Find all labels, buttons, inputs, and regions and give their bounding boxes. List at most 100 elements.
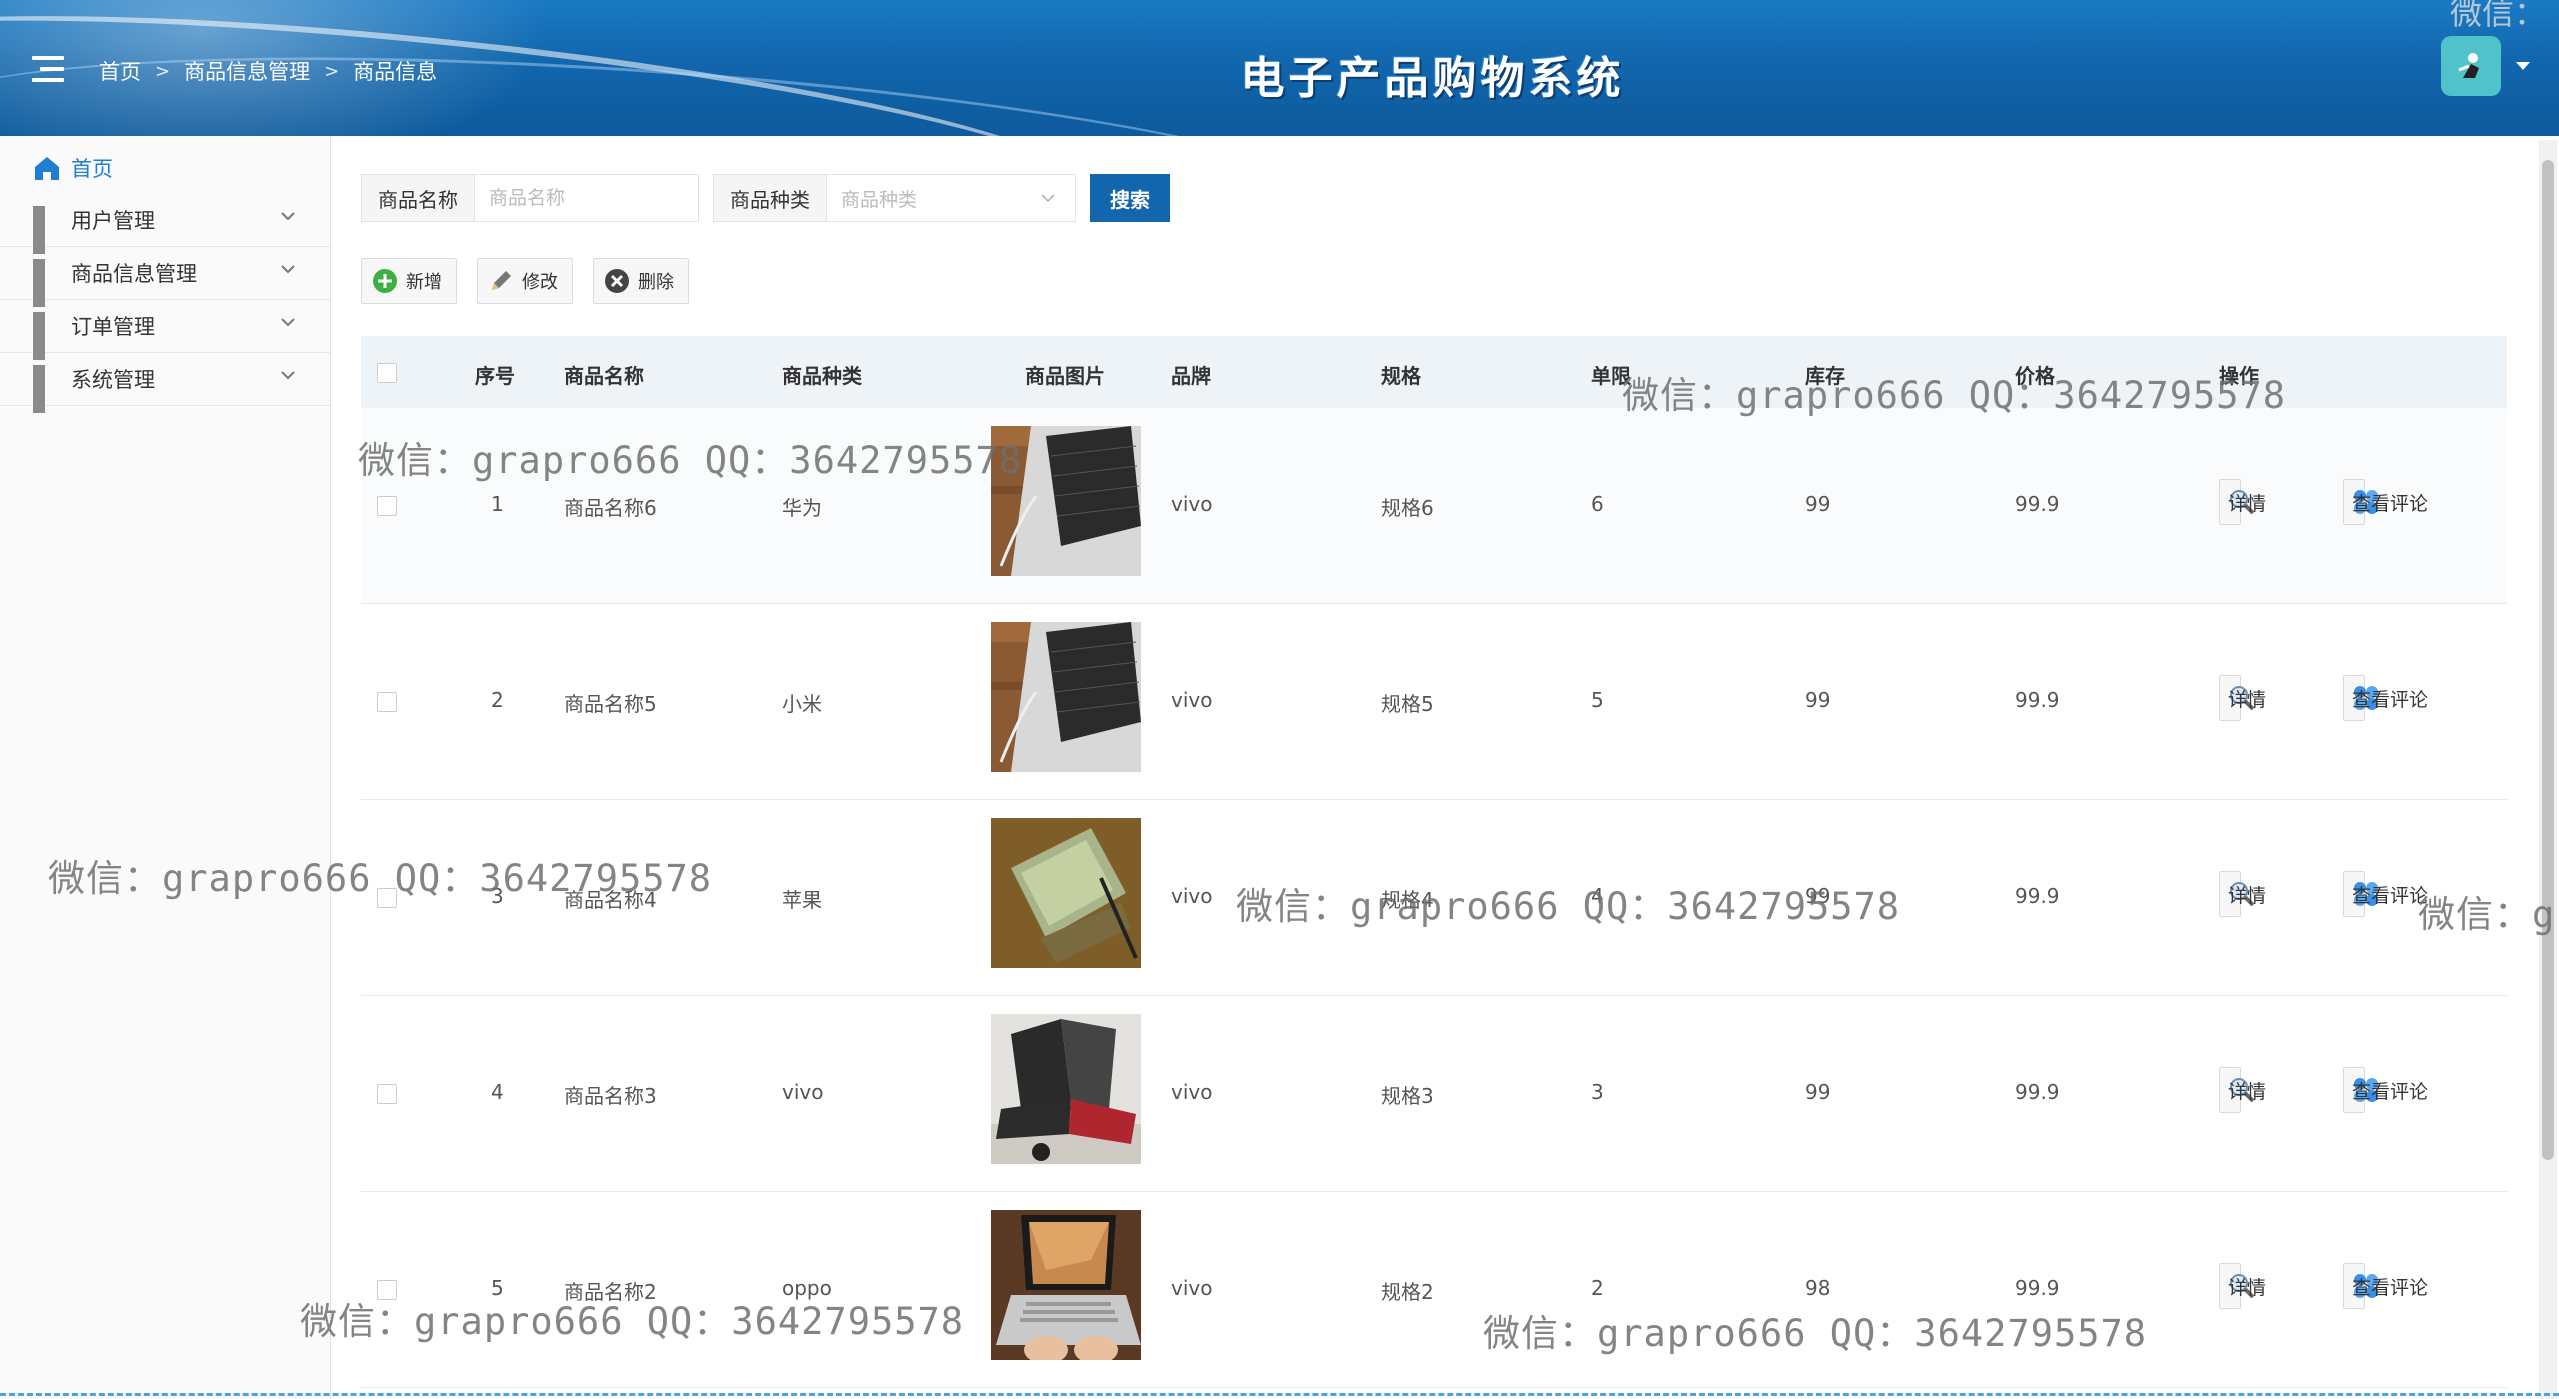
cell-limit: 3 bbox=[1591, 1080, 1604, 1104]
cell-name: 商品名称3 bbox=[564, 1084, 657, 1108]
cell-limit: 5 bbox=[1591, 688, 1604, 712]
cell-spec: 规格2 bbox=[1381, 1280, 1434, 1304]
header-no: 序号 bbox=[475, 364, 515, 388]
cell-price: 99.9 bbox=[2015, 1276, 2060, 1300]
view-comments-button[interactable]: 查看评论 bbox=[2343, 675, 2428, 721]
scrollbar-thumb[interactable] bbox=[2542, 160, 2554, 1160]
cell-limit: 2 bbox=[1591, 1276, 1604, 1300]
product-image bbox=[991, 622, 1141, 772]
view-comments-button[interactable]: 查看评论 bbox=[2343, 479, 2428, 525]
watermark: 微信：grapro666 QQ：3642795578 bbox=[1483, 1312, 2148, 1355]
table-row[interactable]: 2 商品名称5 小米 vivo 规格5 5 99 99.9 详情 查看评论 bbox=[361, 604, 2507, 800]
sidebar-item-home[interactable]: 首页 bbox=[0, 141, 330, 194]
delete-button-label: 删除 bbox=[638, 272, 674, 293]
chevron-down-icon bbox=[281, 318, 295, 327]
cell-category: 小米 bbox=[782, 692, 822, 716]
sidebar-item-products[interactable]: 商品信息管理 bbox=[0, 247, 330, 307]
watermark: 微信：grapro666 QQ：3642795578 bbox=[48, 857, 713, 900]
select-all-checkbox[interactable] bbox=[377, 363, 397, 383]
pencil-icon bbox=[488, 268, 514, 294]
system-title: 电子产品购物系统 bbox=[1240, 53, 1625, 104]
edit-button-label: 修改 bbox=[522, 272, 558, 293]
sidebar-item-system[interactable]: 系统管理 bbox=[0, 353, 330, 413]
view-comments-button-label: 查看评论 bbox=[2352, 1080, 2429, 1103]
product-image bbox=[991, 1210, 1141, 1360]
view-comments-button[interactable]: 查看评论 bbox=[2343, 1263, 2428, 1309]
cell-brand: vivo bbox=[1171, 1080, 1213, 1104]
cell-price: 99.9 bbox=[2015, 688, 2060, 712]
table-row[interactable]: 5 商品名称2 oppo vivo 规格2 2 98 99.9 详情 查看评论 bbox=[361, 1192, 2507, 1388]
cell-category: 苹果 bbox=[782, 888, 822, 912]
cell-price: 99.9 bbox=[2015, 1080, 2060, 1104]
cell-price: 99.9 bbox=[2015, 492, 2060, 516]
sidebar-item-orders[interactable]: 订单管理 bbox=[0, 300, 330, 360]
vertical-scrollbar[interactable] bbox=[2539, 140, 2557, 1399]
row-checkbox[interactable] bbox=[377, 496, 397, 516]
row-checkbox[interactable] bbox=[377, 692, 397, 712]
product-category-select[interactable]: 商品种类 bbox=[827, 175, 1075, 221]
sidebar-item-label: 系统管理 bbox=[71, 368, 155, 392]
toolbar: 新增 修改 删除 bbox=[361, 258, 709, 304]
detail-button[interactable]: 详情 bbox=[2219, 1067, 2266, 1113]
grid-icon bbox=[33, 206, 61, 254]
header-name: 商品名称 bbox=[564, 364, 644, 388]
cell-price: 99.9 bbox=[2015, 884, 2060, 908]
user-avatar[interactable] bbox=[2441, 36, 2501, 96]
main-content: 商品名称 商品种类 商品种类 搜索 新增 修改 bbox=[331, 136, 2539, 1399]
sidebar-item-label: 首页 bbox=[71, 156, 113, 181]
view-comments-button[interactable]: 查看评论 bbox=[2343, 1067, 2428, 1113]
cell-stock: 99 bbox=[1805, 688, 1831, 712]
edit-button[interactable]: 修改 bbox=[477, 258, 573, 304]
cell-category: vivo bbox=[782, 1080, 824, 1104]
x-circle-icon bbox=[604, 268, 630, 294]
user-menu-caret-icon[interactable] bbox=[2516, 62, 2530, 70]
cell-no: 2 bbox=[491, 688, 504, 712]
view-comments-button-label: 查看评论 bbox=[2352, 492, 2429, 515]
product-name-field: 商品名称 bbox=[361, 174, 699, 222]
watermark-top: 微信： bbox=[2450, 0, 2547, 32]
view-comments-button[interactable]: 查看评论 bbox=[2343, 871, 2428, 917]
grid-icon bbox=[33, 365, 61, 413]
search-bar: 商品名称 商品种类 商品种类 搜索 bbox=[361, 174, 1170, 224]
sidebar-item-label: 商品信息管理 bbox=[71, 262, 197, 286]
sidebar-item-users[interactable]: 用户管理 bbox=[0, 194, 330, 254]
watermark: 微信：grapro666 QQ：3642795578 bbox=[1622, 374, 2287, 417]
cell-stock: 99 bbox=[1805, 1080, 1831, 1104]
detail-button[interactable]: 详情 bbox=[2219, 675, 2266, 721]
header-spec: 规格 bbox=[1381, 364, 1421, 388]
cell-no: 4 bbox=[491, 1080, 504, 1104]
cell-name: 商品名称6 bbox=[564, 496, 657, 520]
product-image bbox=[991, 1014, 1141, 1164]
detail-button[interactable]: 详情 bbox=[2219, 871, 2266, 917]
detail-button[interactable]: 详情 bbox=[2219, 1263, 2266, 1309]
product-category-placeholder: 商品种类 bbox=[841, 188, 918, 211]
cell-stock: 98 bbox=[1805, 1276, 1831, 1300]
watermark: 微信：grapro666 QQ：3642795578 bbox=[358, 439, 1023, 482]
header-image: 商品图片 bbox=[1025, 364, 1105, 388]
detail-button-label: 详情 bbox=[2228, 492, 2267, 515]
table-row[interactable]: 4 商品名称3 vivo vivo 规格3 3 99 99.9 详情 查看评论 bbox=[361, 996, 2507, 1192]
cell-name: 商品名称5 bbox=[564, 692, 657, 716]
watermark: 微信：grapro666 QQ：3642795578 bbox=[300, 1300, 965, 1343]
user-figure-icon bbox=[2458, 53, 2479, 78]
cell-brand: vivo bbox=[1171, 688, 1213, 712]
plus-circle-icon bbox=[372, 268, 398, 294]
view-comments-button-label: 查看评论 bbox=[2352, 688, 2429, 711]
delete-button[interactable]: 删除 bbox=[593, 258, 689, 304]
sidebar-item-label: 订单管理 bbox=[71, 315, 155, 339]
sidebar: 首页 用户管理 商品信息管理 订单管理 系统管理 bbox=[0, 136, 331, 1399]
row-checkbox[interactable] bbox=[377, 1084, 397, 1104]
cell-spec: 规格3 bbox=[1381, 1084, 1434, 1108]
add-button[interactable]: 新增 bbox=[361, 258, 457, 304]
detail-button-label: 详情 bbox=[2228, 884, 2267, 907]
sidebar-item-label: 用户管理 bbox=[71, 209, 155, 233]
detail-button-label: 详情 bbox=[2228, 688, 2267, 711]
detail-button[interactable]: 详情 bbox=[2219, 479, 2266, 525]
product-name-input[interactable] bbox=[475, 175, 698, 221]
bottom-divider bbox=[0, 1393, 2559, 1396]
search-button[interactable]: 搜索 bbox=[1090, 174, 1170, 222]
cell-stock: 99 bbox=[1805, 492, 1831, 516]
header-brand: 品牌 bbox=[1171, 364, 1211, 388]
product-category-label: 商品种类 bbox=[714, 175, 827, 221]
grid-icon bbox=[33, 312, 61, 360]
